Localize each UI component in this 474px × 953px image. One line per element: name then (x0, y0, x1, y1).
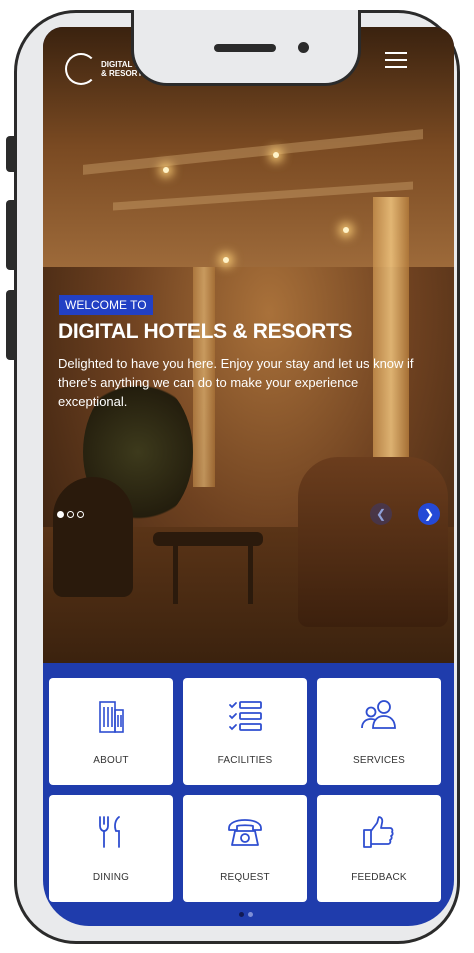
hero-title: DIGITAL HOTELS & RESORTS (58, 320, 353, 343)
carousel-dots (57, 511, 84, 518)
chevron-right-icon: ❯ (423, 507, 435, 521)
silent-switch (6, 136, 15, 172)
camera-icon (298, 42, 309, 53)
checklist-icon (229, 701, 262, 731)
thumbs-up-icon (363, 816, 394, 848)
logo-mark-icon (65, 53, 97, 85)
pager-dot[interactable] (239, 912, 244, 917)
people-icon (361, 700, 396, 729)
feedback-label: FEEDBACK (351, 872, 407, 883)
carousel-prev-button[interactable]: ❮ (370, 503, 392, 525)
facilities-card[interactable]: FACILITIES (183, 678, 307, 785)
pager-dot[interactable] (248, 912, 253, 917)
dining-card[interactable]: DINING (49, 795, 173, 902)
about-card[interactable]: ABOUT (49, 678, 173, 785)
feedback-card[interactable]: FEEDBACK (317, 795, 441, 902)
hero-carousel: DIGITAL HOTELS & RESORTS WELCOME TO DIGI… (43, 27, 454, 663)
chevron-left-icon: ❮ (375, 507, 387, 521)
about-label: ABOUT (93, 755, 129, 766)
app-screen: DIGITAL HOTELS & RESORTS WELCOME TO DIGI… (43, 27, 454, 926)
volume-down-button (6, 290, 15, 360)
hamburger-menu-icon[interactable] (385, 52, 407, 70)
services-label: SERVICES (353, 755, 405, 766)
carousel-next-button[interactable]: ❯ (418, 503, 440, 525)
phone-notch (131, 10, 361, 86)
building-icon (99, 701, 124, 733)
carousel-dot[interactable] (67, 511, 74, 518)
grid-pager (239, 912, 253, 917)
volume-up-button (6, 200, 15, 270)
cutlery-icon (99, 816, 120, 848)
hero-description: Delighted to have you here. Enjoy your s… (58, 356, 414, 409)
phone-icon (228, 819, 262, 846)
request-label: REQUEST (220, 872, 270, 883)
facilities-label: FACILITIES (217, 755, 273, 766)
services-card[interactable]: SERVICES (317, 678, 441, 785)
welcome-tag: WELCOME TO (59, 295, 153, 315)
request-card[interactable]: REQUEST (183, 795, 307, 902)
carousel-dot[interactable] (77, 511, 84, 518)
dining-label: DINING (92, 872, 130, 883)
feature-grid: ABOUT FACILITIES SERVICES DINING REQUEST… (49, 678, 448, 902)
speaker-grille (214, 44, 276, 52)
carousel-dot[interactable] (57, 511, 64, 518)
